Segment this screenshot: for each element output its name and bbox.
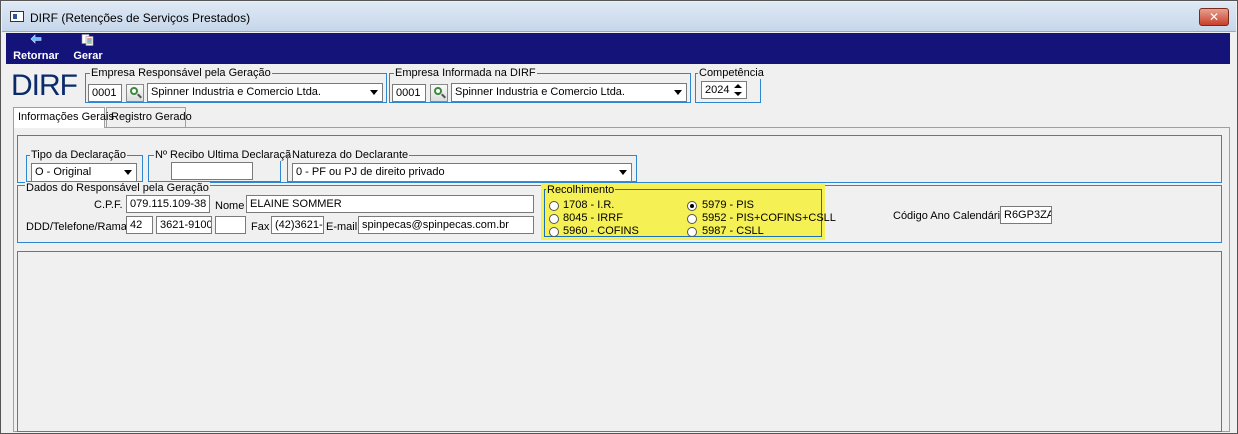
gerar-button[interactable]: Gerar bbox=[71, 34, 105, 62]
radio-5952-pis-cofins-csll-label: 5952 - PIS+COFINS+CSLL bbox=[702, 212, 836, 224]
tipo-declaracao-value: O - Original bbox=[35, 166, 92, 178]
dirf-window: DIRF (Retenções de Serviços Prestados) ✕… bbox=[0, 0, 1238, 434]
empresa-responsavel-name-select[interactable]: Spinner Industria e Comercio Ltda. bbox=[147, 83, 383, 102]
ramal-input[interactable] bbox=[215, 216, 246, 234]
ddd-input[interactable]: 42 bbox=[126, 216, 153, 234]
search-icon-handle bbox=[441, 93, 446, 99]
chevron-down-icon bbox=[370, 90, 378, 95]
nome-input[interactable]: ELAINE SOMMER bbox=[246, 195, 534, 213]
empresa-responsavel-lookup-button[interactable] bbox=[126, 84, 144, 102]
natureza-legend: Natureza do Declarante bbox=[291, 149, 410, 161]
radio-5960-cofins-label: 5960 - COFINS bbox=[563, 225, 639, 237]
cpf-label: C.P.F. bbox=[94, 199, 123, 211]
competencia-group: Competência 2024 bbox=[695, 67, 765, 103]
retornar-label: Retornar bbox=[13, 50, 59, 62]
radio-1708-ir-label: 1708 - I.R. bbox=[563, 199, 615, 211]
empresa-informada-lookup-button[interactable] bbox=[430, 84, 448, 102]
app-window-icon bbox=[10, 11, 24, 22]
tab-registro-gerado[interactable]: Registro Gerado bbox=[106, 107, 192, 127]
chevron-down-icon bbox=[674, 90, 682, 95]
return-arrow-icon bbox=[30, 34, 42, 44]
natureza-select[interactable]: 0 - PF ou PJ de direito privado bbox=[292, 163, 632, 182]
tipo-declaracao-group: Tipo da Declaração O - Original bbox=[26, 149, 143, 182]
window-title: DIRF (Retenções de Serviços Prestados) bbox=[30, 11, 251, 25]
natureza-group: Natureza do Declarante 0 - PF ou PJ de d… bbox=[287, 149, 637, 182]
empresa-responsavel-name: Spinner Industria e Comercio Ltda. bbox=[151, 86, 321, 98]
gerar-label: Gerar bbox=[73, 50, 103, 62]
radio-5979-pis-label: 5979 - PIS bbox=[702, 199, 754, 211]
tipo-declaracao-select[interactable]: O - Original bbox=[31, 163, 137, 182]
radio-5987-csll-label: 5987 - CSLL bbox=[702, 225, 764, 237]
detail-area bbox=[17, 251, 1222, 432]
empresa-informada-name-select[interactable]: Spinner Industria e Comercio Ltda. bbox=[451, 83, 687, 102]
empresa-responsavel-legend: Empresa Responsável pela Geração bbox=[90, 67, 272, 79]
recolhimento-legend: Recolhimento bbox=[546, 184, 616, 196]
empresa-informada-name: Spinner Industria e Comercio Ltda. bbox=[455, 86, 625, 98]
chevron-down-icon bbox=[124, 170, 132, 175]
fax-input[interactable]: (42)3621-9 bbox=[271, 216, 324, 234]
chevron-down-icon bbox=[619, 170, 627, 175]
email-input[interactable]: spinpecas@spinpecas.com.br bbox=[358, 216, 534, 234]
radio-1708-ir[interactable] bbox=[549, 201, 559, 211]
cpf-input[interactable]: 079.115.109-38 bbox=[126, 195, 210, 213]
competencia-legend: Competência bbox=[698, 67, 765, 79]
empresa-informada-group: Empresa Informada na DIRF 0001 Spinner I… bbox=[389, 67, 691, 103]
recibo-legend: Nº Recibo Ultima Declaração bbox=[154, 149, 299, 161]
radio-5960-cofins[interactable] bbox=[549, 227, 559, 237]
empresa-informada-legend: Empresa Informada na DIRF bbox=[394, 67, 537, 79]
nome-label: Nome bbox=[215, 200, 245, 212]
radio-5987-csll[interactable] bbox=[687, 227, 697, 237]
empresa-responsavel-group: Empresa Responsável pela Geração 0001 Sp… bbox=[85, 67, 387, 103]
radio-8045-irrf-label: 8045 - IRRF bbox=[563, 212, 623, 224]
spin-up-icon bbox=[734, 84, 742, 88]
generate-document-icon bbox=[81, 34, 94, 46]
toolbar: Retornar Gerar bbox=[6, 33, 1230, 64]
telefone-input[interactable]: 3621-9100 bbox=[156, 216, 212, 234]
retornar-button[interactable]: Retornar bbox=[11, 34, 61, 62]
ddd-telefone-label: DDD/Telefone/Ramal bbox=[26, 221, 130, 233]
fax-label: Fax bbox=[251, 221, 270, 233]
tab-informacoes-gerais[interactable]: Informações Gerais bbox=[13, 107, 114, 128]
email-label: E-mail bbox=[326, 221, 358, 233]
radio-5979-pis[interactable] bbox=[687, 201, 697, 211]
recibo-group: Nº Recibo Ultima Declaração bbox=[148, 149, 299, 182]
competencia-year: 2024 bbox=[705, 84, 730, 96]
empresa-informada-code-input[interactable]: 0001 bbox=[392, 84, 426, 102]
empresa-responsavel-code-input[interactable]: 0001 bbox=[88, 84, 122, 102]
responsavel-legend: Dados do Responsável pela Geração bbox=[25, 182, 210, 194]
close-button[interactable]: ✕ bbox=[1199, 8, 1229, 26]
competencia-spinner[interactable] bbox=[730, 81, 746, 99]
recibo-input[interactable] bbox=[171, 162, 253, 180]
radio-8045-irrf[interactable] bbox=[549, 214, 559, 224]
codigo-ano-input[interactable]: R6GP3ZA bbox=[1000, 206, 1052, 224]
search-icon-handle bbox=[137, 93, 142, 99]
radio-5952-pis-cofins-csll[interactable] bbox=[687, 214, 697, 224]
natureza-value: 0 - PF ou PJ de direito privado bbox=[296, 166, 445, 178]
dirf-logo: DIRF bbox=[11, 69, 78, 102]
title-bar[interactable]: DIRF (Retenções de Serviços Prestados) ✕ bbox=[2, 2, 1236, 32]
tipo-declaracao-legend: Tipo da Declaração bbox=[30, 149, 127, 161]
spin-down-icon bbox=[734, 92, 742, 96]
codigo-ano-label: Código Ano Calendário bbox=[893, 210, 1007, 222]
